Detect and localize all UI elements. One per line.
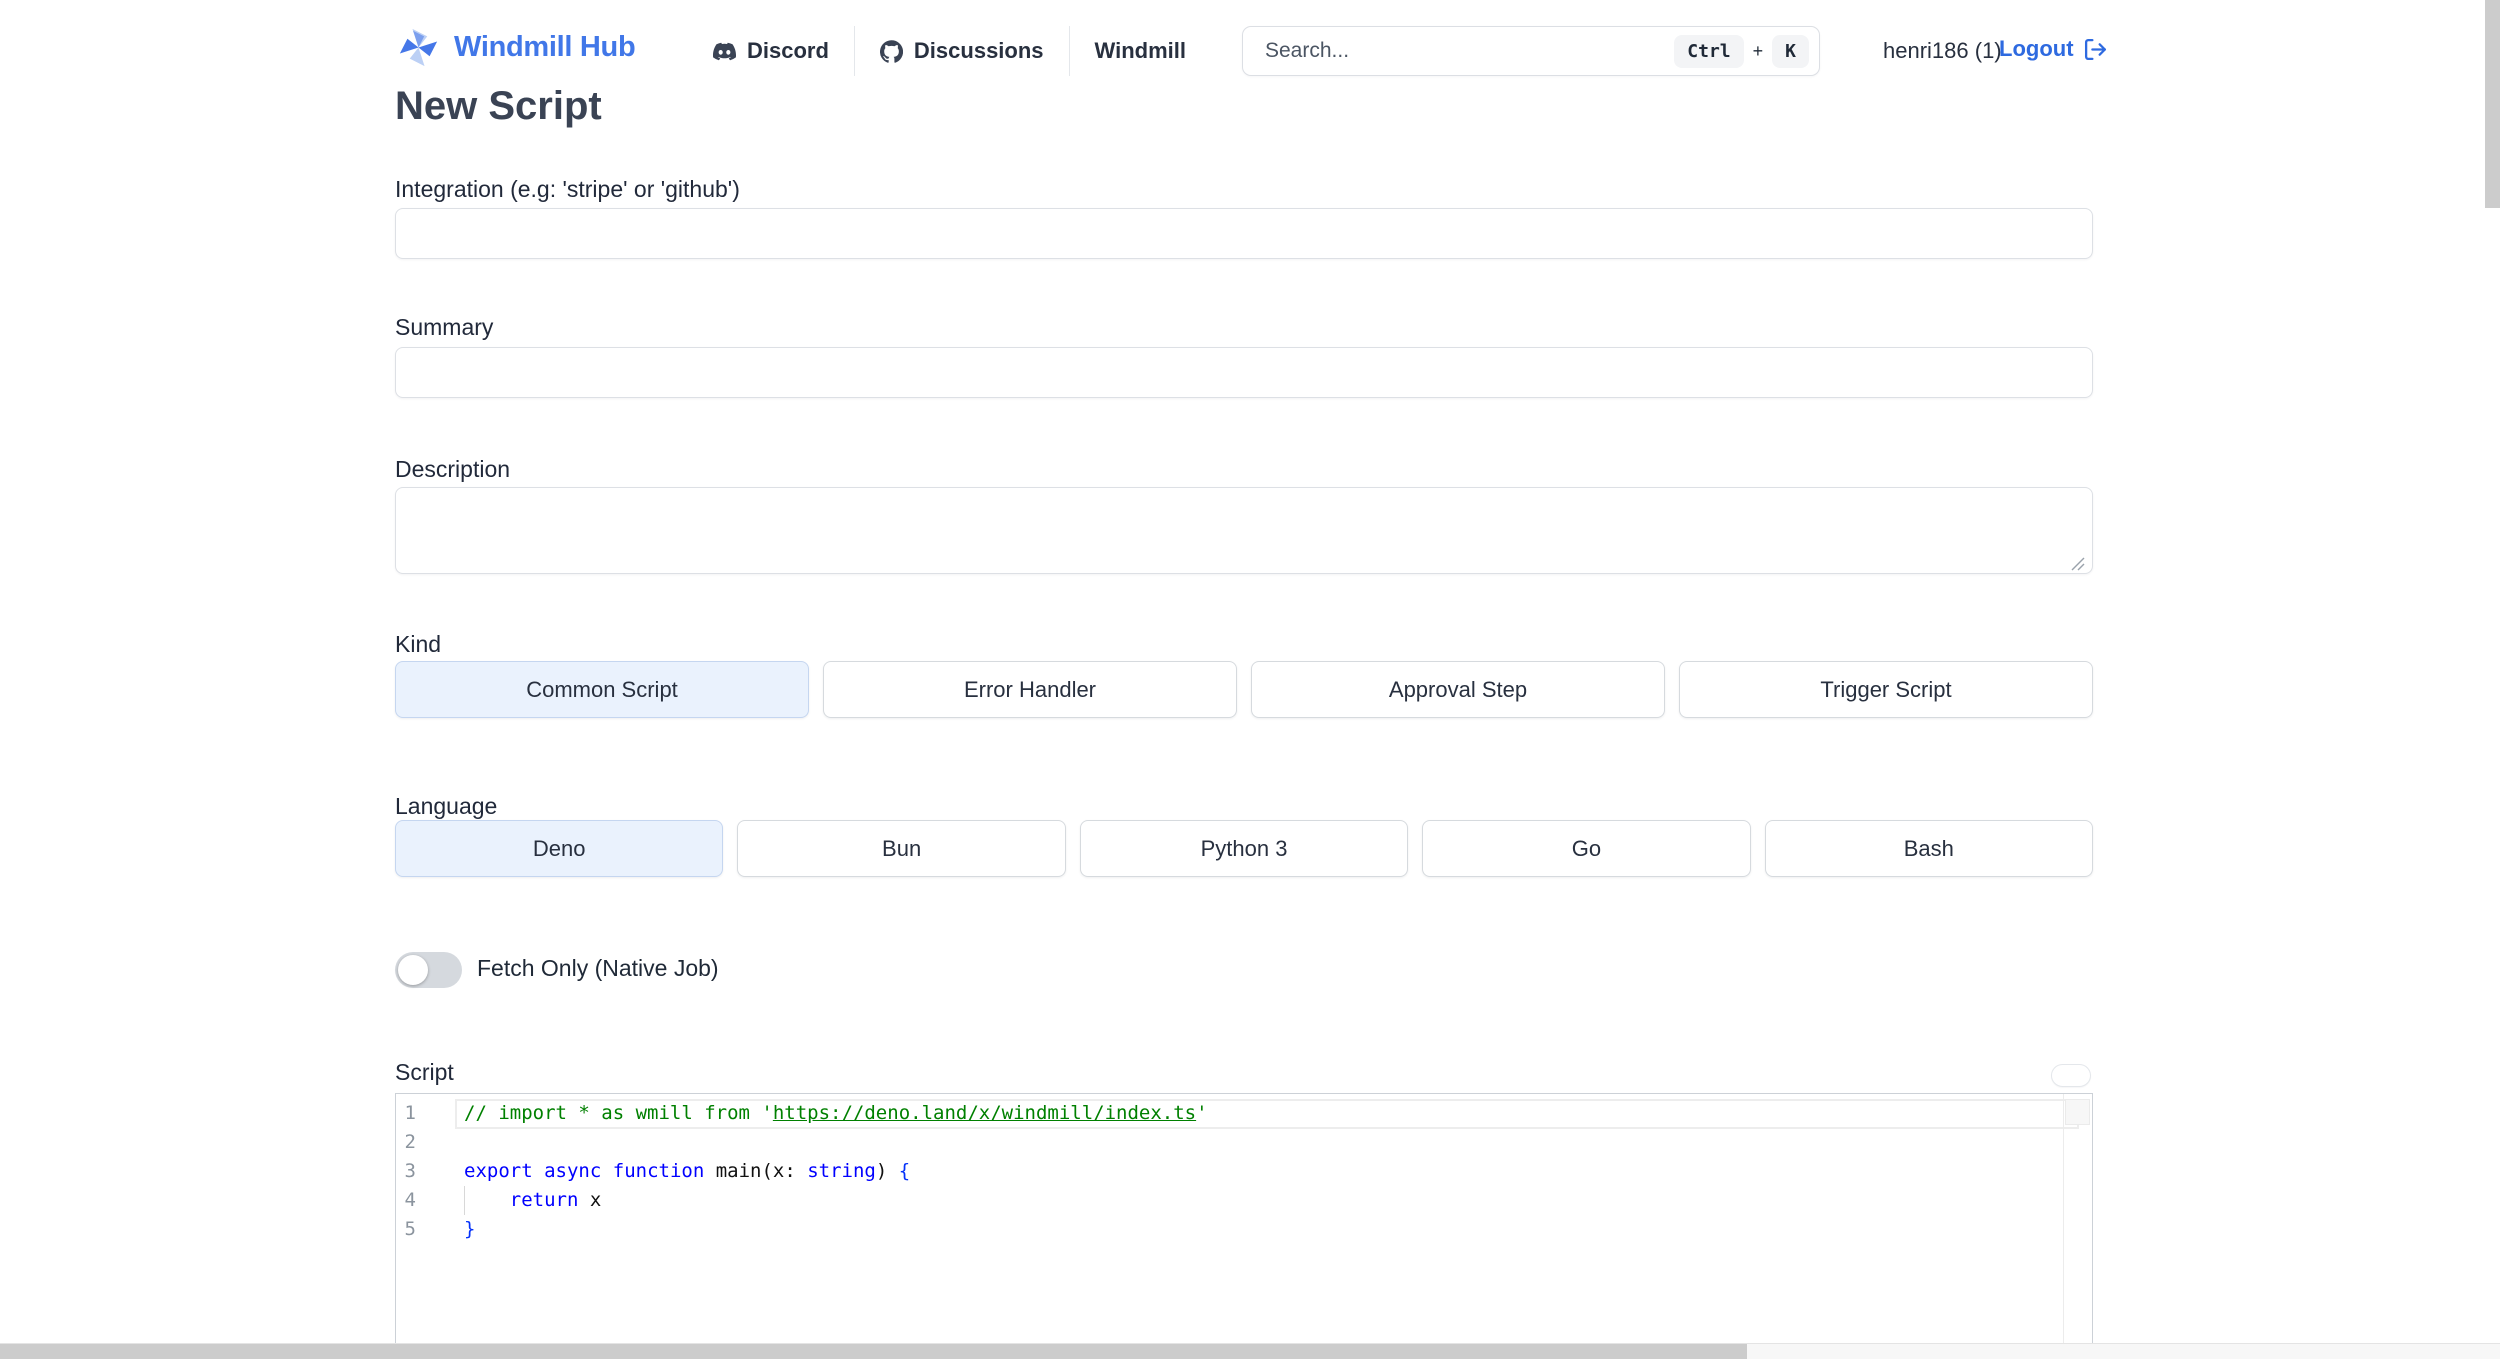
fetch-only-toggle[interactable] xyxy=(395,952,462,988)
search-input[interactable] xyxy=(1265,39,1675,63)
description-textarea[interactable] xyxy=(395,487,2093,574)
kind-option-approval-step[interactable]: Approval Step xyxy=(1251,661,1665,718)
code-text: // import * as wmill from 'https://deno.… xyxy=(464,1102,1208,1124)
language-option-go[interactable]: Go xyxy=(1422,820,1751,877)
line-number: 2 xyxy=(404,1131,416,1153)
kind-option-common-script[interactable]: Common Script xyxy=(395,661,809,718)
line-number: 5 xyxy=(404,1218,416,1240)
code-line-2: 2 xyxy=(396,1128,2092,1157)
windmill-hub-logo[interactable]: Windmill Hub xyxy=(395,24,636,71)
logout-label: Logout xyxy=(1999,36,2074,61)
script-label: Script xyxy=(395,1059,454,1085)
nav-link-label: Discord xyxy=(747,38,829,63)
horizontal-scrollbar xyxy=(0,1343,2500,1359)
editor-scrollbar-slider[interactable] xyxy=(2065,1099,2090,1125)
nav-divider xyxy=(1068,26,1070,76)
integration-input[interactable] xyxy=(395,208,2093,259)
kind-option-trigger-script[interactable]: Trigger Script xyxy=(1679,661,2093,718)
fetch-only-label: Fetch Only (Native Job) xyxy=(477,955,719,981)
language-option-python-3[interactable]: Python 3 xyxy=(1079,820,1409,877)
editor-toggle[interactable] xyxy=(2051,1064,2091,1087)
code-text: } xyxy=(464,1218,476,1240)
summary-input[interactable] xyxy=(395,347,2093,398)
vertical-scrollbar-thumb[interactable] xyxy=(2485,0,2500,208)
kind-option-error-handler[interactable]: Error Handler xyxy=(823,661,1237,718)
language-option-deno[interactable]: Deno xyxy=(395,820,724,877)
shortcut-key-ctrl: Ctrl xyxy=(1674,34,1744,68)
logout-button[interactable]: Logout xyxy=(1999,36,2108,62)
language-option-bun[interactable]: Bun xyxy=(737,820,1066,877)
new-script-page: Windmill Hub Discord Discussions Windmill … xyxy=(0,0,2500,1359)
brand-title: Windmill Hub xyxy=(454,31,636,63)
nav-link-label: Discussions xyxy=(913,38,1044,63)
kind-options: Common Script Error Handler Approval Step T… xyxy=(395,661,2093,718)
windmill-logo-icon xyxy=(395,24,442,71)
code-line-4: 4 return x xyxy=(396,1186,2092,1215)
nav-divider xyxy=(853,26,855,76)
kind-label: Kind xyxy=(395,631,442,657)
search-shortcut: Ctrl + K xyxy=(1674,34,1809,68)
nav-link-windmill[interactable]: Windmill xyxy=(1095,38,1186,64)
horizontal-scrollbar-thumb[interactable] xyxy=(0,1344,1747,1359)
description-label: Description xyxy=(395,456,511,482)
toggle-knob xyxy=(398,955,428,985)
code-text: export async function main(x: string) { xyxy=(464,1160,911,1182)
discord-icon xyxy=(713,40,736,63)
shortcut-plus: + xyxy=(1752,40,1764,61)
nav-links: Discord Discussions Windmill xyxy=(713,26,1186,76)
editor-scrollbar-track xyxy=(2063,1094,2064,1343)
language-label: Language xyxy=(395,793,498,819)
search-box[interactable]: Ctrl + K xyxy=(1242,26,1820,76)
nav-link-discussions[interactable]: Discussions xyxy=(879,38,1044,64)
code-line-1: 1 // import * as wmill from 'https://deno… xyxy=(396,1099,2092,1128)
integration-label: Integration (e.g: 'stripe' or 'github') xyxy=(395,176,740,202)
code-text: return x xyxy=(464,1186,601,1215)
nav-link-discord[interactable]: Discord xyxy=(713,38,829,64)
language-options: Deno Bun Python 3 Go Bash xyxy=(395,820,2094,877)
code-line-5: 5} xyxy=(396,1215,2092,1244)
language-option-bash[interactable]: Bash xyxy=(1764,820,2094,877)
shortcut-key-k: K xyxy=(1772,34,1809,68)
logout-icon xyxy=(2083,37,2108,62)
line-number: 1 xyxy=(404,1102,416,1124)
code-line-3: 3 export async function main(x: string) { xyxy=(396,1157,2092,1186)
code-editor[interactable]: 1 // import * as wmill from 'https://deno… xyxy=(395,1093,2093,1343)
line-number: 3 xyxy=(404,1160,416,1182)
code-lines: 1 // import * as wmill from 'https://deno… xyxy=(396,1094,2092,1244)
username-label: henri186 (1) xyxy=(1883,38,2002,63)
nav-link-label: Windmill xyxy=(1094,38,1186,63)
github-icon xyxy=(879,39,903,63)
summary-label: Summary xyxy=(395,314,494,340)
page-title: New Script xyxy=(395,84,602,128)
line-number: 4 xyxy=(404,1189,416,1211)
